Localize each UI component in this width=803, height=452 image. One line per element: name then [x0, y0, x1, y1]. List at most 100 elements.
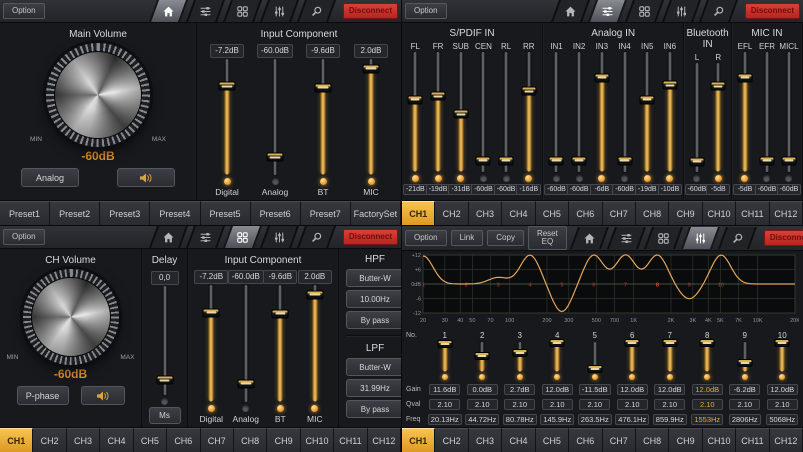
rr-fader[interactable]	[519, 51, 539, 173]
channel-tab-ch3[interactable]: CH3	[67, 428, 100, 452]
fader-handle[interactable]	[476, 156, 491, 165]
fader-handle[interactable]	[521, 87, 536, 96]
mute-button[interactable]	[81, 386, 125, 405]
r-fader[interactable]	[708, 62, 728, 173]
fader-handle[interactable]	[267, 153, 284, 162]
link-button[interactable]: Link	[451, 230, 484, 246]
freq-value-badge[interactable]: 44.72Hz	[465, 414, 499, 426]
nav-tab-eq[interactable]	[261, 0, 298, 22]
freq-value-badge[interactable]: 476.1Hz	[615, 414, 649, 426]
channel-tab-ch10[interactable]: CH10	[703, 201, 736, 225]
fader-handle[interactable]	[203, 308, 220, 317]
band-5-fader[interactable]	[587, 341, 603, 373]
nav-tab-channels[interactable]	[224, 226, 261, 248]
fader-handle[interactable]	[594, 73, 609, 82]
channel-tab-ch2[interactable]: CH2	[435, 428, 468, 452]
channel-tab-ch6[interactable]: CH6	[569, 201, 602, 225]
nav-tab-home[interactable]	[150, 226, 187, 248]
nav-tab-home[interactable]	[552, 0, 589, 22]
fader-handle[interactable]	[272, 309, 289, 318]
analog-source-button[interactable]: Analog	[21, 168, 79, 187]
micl-fader[interactable]	[779, 51, 799, 173]
band-1-fader[interactable]	[437, 341, 453, 373]
fader-handle[interactable]	[549, 156, 564, 165]
fader-handle[interactable]	[475, 352, 490, 360]
fader-handle[interactable]	[737, 73, 752, 82]
freq-value-badge[interactable]: 2806Hz	[729, 414, 761, 426]
in2-fader[interactable]	[569, 51, 589, 173]
gain-value-badge[interactable]: -6.2dB	[729, 384, 760, 396]
in3-fader[interactable]	[592, 51, 612, 173]
channel-tab-ch12[interactable]: CH12	[770, 428, 803, 452]
channel-tab-ch4[interactable]: CH4	[502, 201, 535, 225]
channel-tab-ch1[interactable]: CH1	[402, 201, 435, 225]
gain-value-badge[interactable]: 12.0dB	[692, 384, 723, 396]
delay-fader[interactable]	[155, 285, 175, 396]
fader-handle[interactable]	[662, 81, 677, 90]
nav-tab-mixer[interactable]	[608, 227, 645, 249]
fader-handle[interactable]	[550, 339, 565, 347]
rl-fader[interactable]	[496, 51, 516, 173]
hpf-freq-button[interactable]: 10.00Hz	[346, 290, 401, 308]
channel-tab-ch1[interactable]: CH1	[402, 428, 435, 452]
fader-handle[interactable]	[711, 82, 726, 91]
option-button[interactable]: Option	[3, 3, 45, 19]
nav-tab-mixer[interactable]	[187, 0, 224, 22]
disconnect-button[interactable]: Disconnect	[764, 230, 803, 246]
channel-tab-ch4[interactable]: CH4	[502, 428, 535, 452]
channel-tab-ch8[interactable]: CH8	[636, 428, 669, 452]
mic-fader[interactable]	[361, 58, 381, 176]
channel-tab-ch6[interactable]: CH6	[167, 428, 200, 452]
fl-fader[interactable]	[405, 51, 425, 173]
hpf-type-button[interactable]: Butter-W	[346, 269, 401, 287]
channel-tab-ch10[interactable]: CH10	[301, 428, 334, 452]
qval-value-badge[interactable]: 2.10	[579, 399, 610, 411]
option-button[interactable]: Option	[3, 229, 45, 245]
fader-handle[interactable]	[572, 156, 587, 165]
gain-value-badge[interactable]: 11.6dB	[429, 384, 460, 396]
nav-tab-channels[interactable]	[626, 0, 663, 22]
qval-value-badge[interactable]: 2.10	[504, 399, 535, 411]
efr-fader[interactable]	[757, 51, 777, 173]
fader-handle[interactable]	[437, 340, 452, 348]
channel-tab-ch11[interactable]: CH11	[736, 201, 769, 225]
channel-tab-ch12[interactable]: CH12	[368, 428, 401, 452]
fader-handle[interactable]	[662, 339, 677, 347]
fader-handle[interactable]	[759, 156, 774, 165]
mic-fader[interactable]	[305, 284, 325, 403]
channel-tab-ch5[interactable]: CH5	[536, 201, 569, 225]
channel-tab-ch7[interactable]: CH7	[603, 201, 636, 225]
efl-fader[interactable]	[735, 51, 755, 173]
qval-value-badge[interactable]: 2.10	[467, 399, 498, 411]
fader-handle[interactable]	[737, 359, 752, 367]
freq-value-badge[interactable]: 263.5Hz	[578, 414, 612, 426]
nav-tab-setup[interactable]	[298, 0, 335, 22]
digital-fader[interactable]	[217, 58, 237, 176]
fader-handle[interactable]	[306, 290, 323, 299]
nav-tab-channels[interactable]	[645, 227, 682, 249]
nav-tab-eq[interactable]	[663, 0, 700, 22]
freq-value-badge[interactable]: 20.13Hz	[428, 414, 462, 426]
bt-fader[interactable]	[270, 284, 290, 403]
disconnect-button[interactable]: Disconnect	[343, 229, 398, 245]
digital-fader[interactable]	[201, 284, 221, 403]
band-10-fader[interactable]	[774, 341, 790, 373]
preset-tab-preset4[interactable]: Preset4	[150, 201, 200, 225]
fader-handle[interactable]	[499, 156, 514, 165]
sub-fader[interactable]	[451, 51, 471, 173]
gain-value-badge[interactable]: 12.0dB	[542, 384, 573, 396]
channel-tab-ch3[interactable]: CH3	[469, 201, 502, 225]
preset-tab-factoryset[interactable]: FactorySet	[351, 201, 401, 225]
fader-handle[interactable]	[689, 157, 704, 166]
qval-value-badge[interactable]: 2.10	[429, 399, 460, 411]
lpf-type-button[interactable]: Butter-W	[346, 358, 401, 376]
channel-tab-ch9[interactable]: CH9	[267, 428, 300, 452]
channel-tab-ch2[interactable]: CH2	[435, 201, 468, 225]
channel-tab-ch4[interactable]: CH4	[100, 428, 133, 452]
band-4-fader[interactable]	[549, 341, 565, 373]
fader-handle[interactable]	[431, 92, 446, 101]
nav-tab-setup[interactable]	[700, 0, 737, 22]
reset-eq-button[interactable]: Reset EQ	[528, 226, 567, 250]
gain-value-badge[interactable]: 2.7dB	[504, 384, 535, 396]
fader-handle[interactable]	[363, 64, 380, 73]
